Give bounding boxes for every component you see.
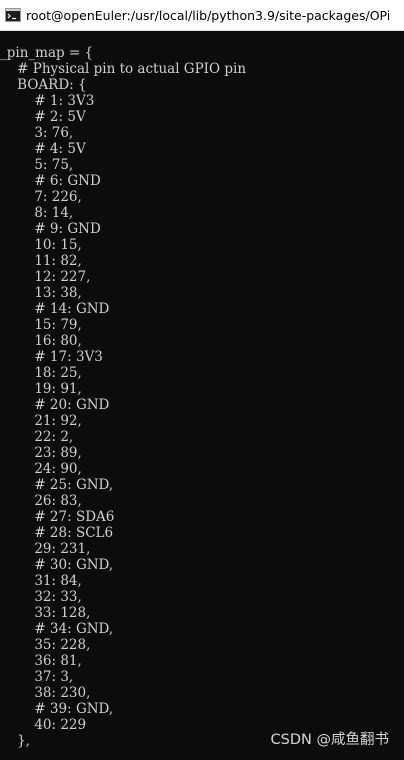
console-line: # 27: SDA6 — [0, 509, 115, 525]
console-line: 23: 89, — [0, 445, 82, 461]
console-line: 35: 228, — [0, 637, 91, 653]
console-line: 3: 76, — [0, 125, 74, 141]
console-line: # 17: 3V3 — [0, 349, 103, 365]
console-line: 29: 231, — [0, 541, 91, 557]
console-line: # Physical pin to actual GPIO pin — [0, 61, 247, 77]
console-line: # 34: GND, — [0, 621, 114, 637]
console-line: # 9: GND — [0, 221, 101, 237]
console-line: # 28: SCL6 — [0, 525, 114, 541]
console-line: # 6: GND — [0, 173, 101, 189]
console-line: _pin_map = { — [0, 45, 94, 61]
console-line: 13: 38, — [0, 285, 82, 301]
terminal-icon — [5, 8, 21, 22]
terminal-window: root@openEuler:/usr/local/lib/python3.9/… — [0, 0, 404, 760]
console-line: 10: 15, — [0, 237, 82, 253]
console-line: # 30: GND, — [0, 557, 114, 573]
console-line: # 1: 3V3 — [0, 93, 95, 109]
console-line: 36: 81, — [0, 653, 82, 669]
console-line: 5: 75, — [0, 157, 74, 173]
console-line: # 14: GND — [0, 301, 110, 317]
console-line: 32: 33, — [0, 589, 82, 605]
console-line: 11: 82, — [0, 253, 82, 269]
console-line: 21: 92, — [0, 413, 82, 429]
console-line: 19: 91, — [0, 381, 82, 397]
console-line: 26: 83, — [0, 493, 82, 509]
console-line: 15: 79, — [0, 317, 82, 333]
console-line: 38: 230, — [0, 685, 91, 701]
title-bar[interactable]: root@openEuler:/usr/local/lib/python3.9/… — [0, 0, 404, 31]
console-line: 24: 90, — [0, 461, 82, 477]
window-title: root@openEuler:/usr/local/lib/python3.9/… — [26, 7, 391, 23]
console-line: 16: 80, — [0, 333, 82, 349]
console-line: 37: 3, — [0, 669, 74, 685]
console-line: 22: 2, — [0, 429, 74, 445]
console-line: 33: 128, — [0, 605, 91, 621]
console-line: # 39: GND, — [0, 701, 114, 717]
console-output[interactable]: _pin_map = { # Physical pin to actual GP… — [0, 31, 404, 760]
console-line: 31: 84, — [0, 573, 82, 589]
console-line: # 2: 5V — [0, 109, 86, 125]
console-line: # 25: GND, — [0, 477, 114, 493]
console-line: 12: 227, — [0, 269, 91, 285]
console-line: BOARD: { — [0, 77, 87, 93]
console-line: # 20: GND — [0, 397, 110, 413]
console-line: 8: 14, — [0, 205, 74, 221]
console-line: # 4: 5V — [0, 141, 86, 157]
console-line: 7: 226, — [0, 189, 82, 205]
watermark-text: CSDN @咸鱼翻书 — [270, 732, 389, 748]
console-line: 18: 25, — [0, 365, 82, 381]
